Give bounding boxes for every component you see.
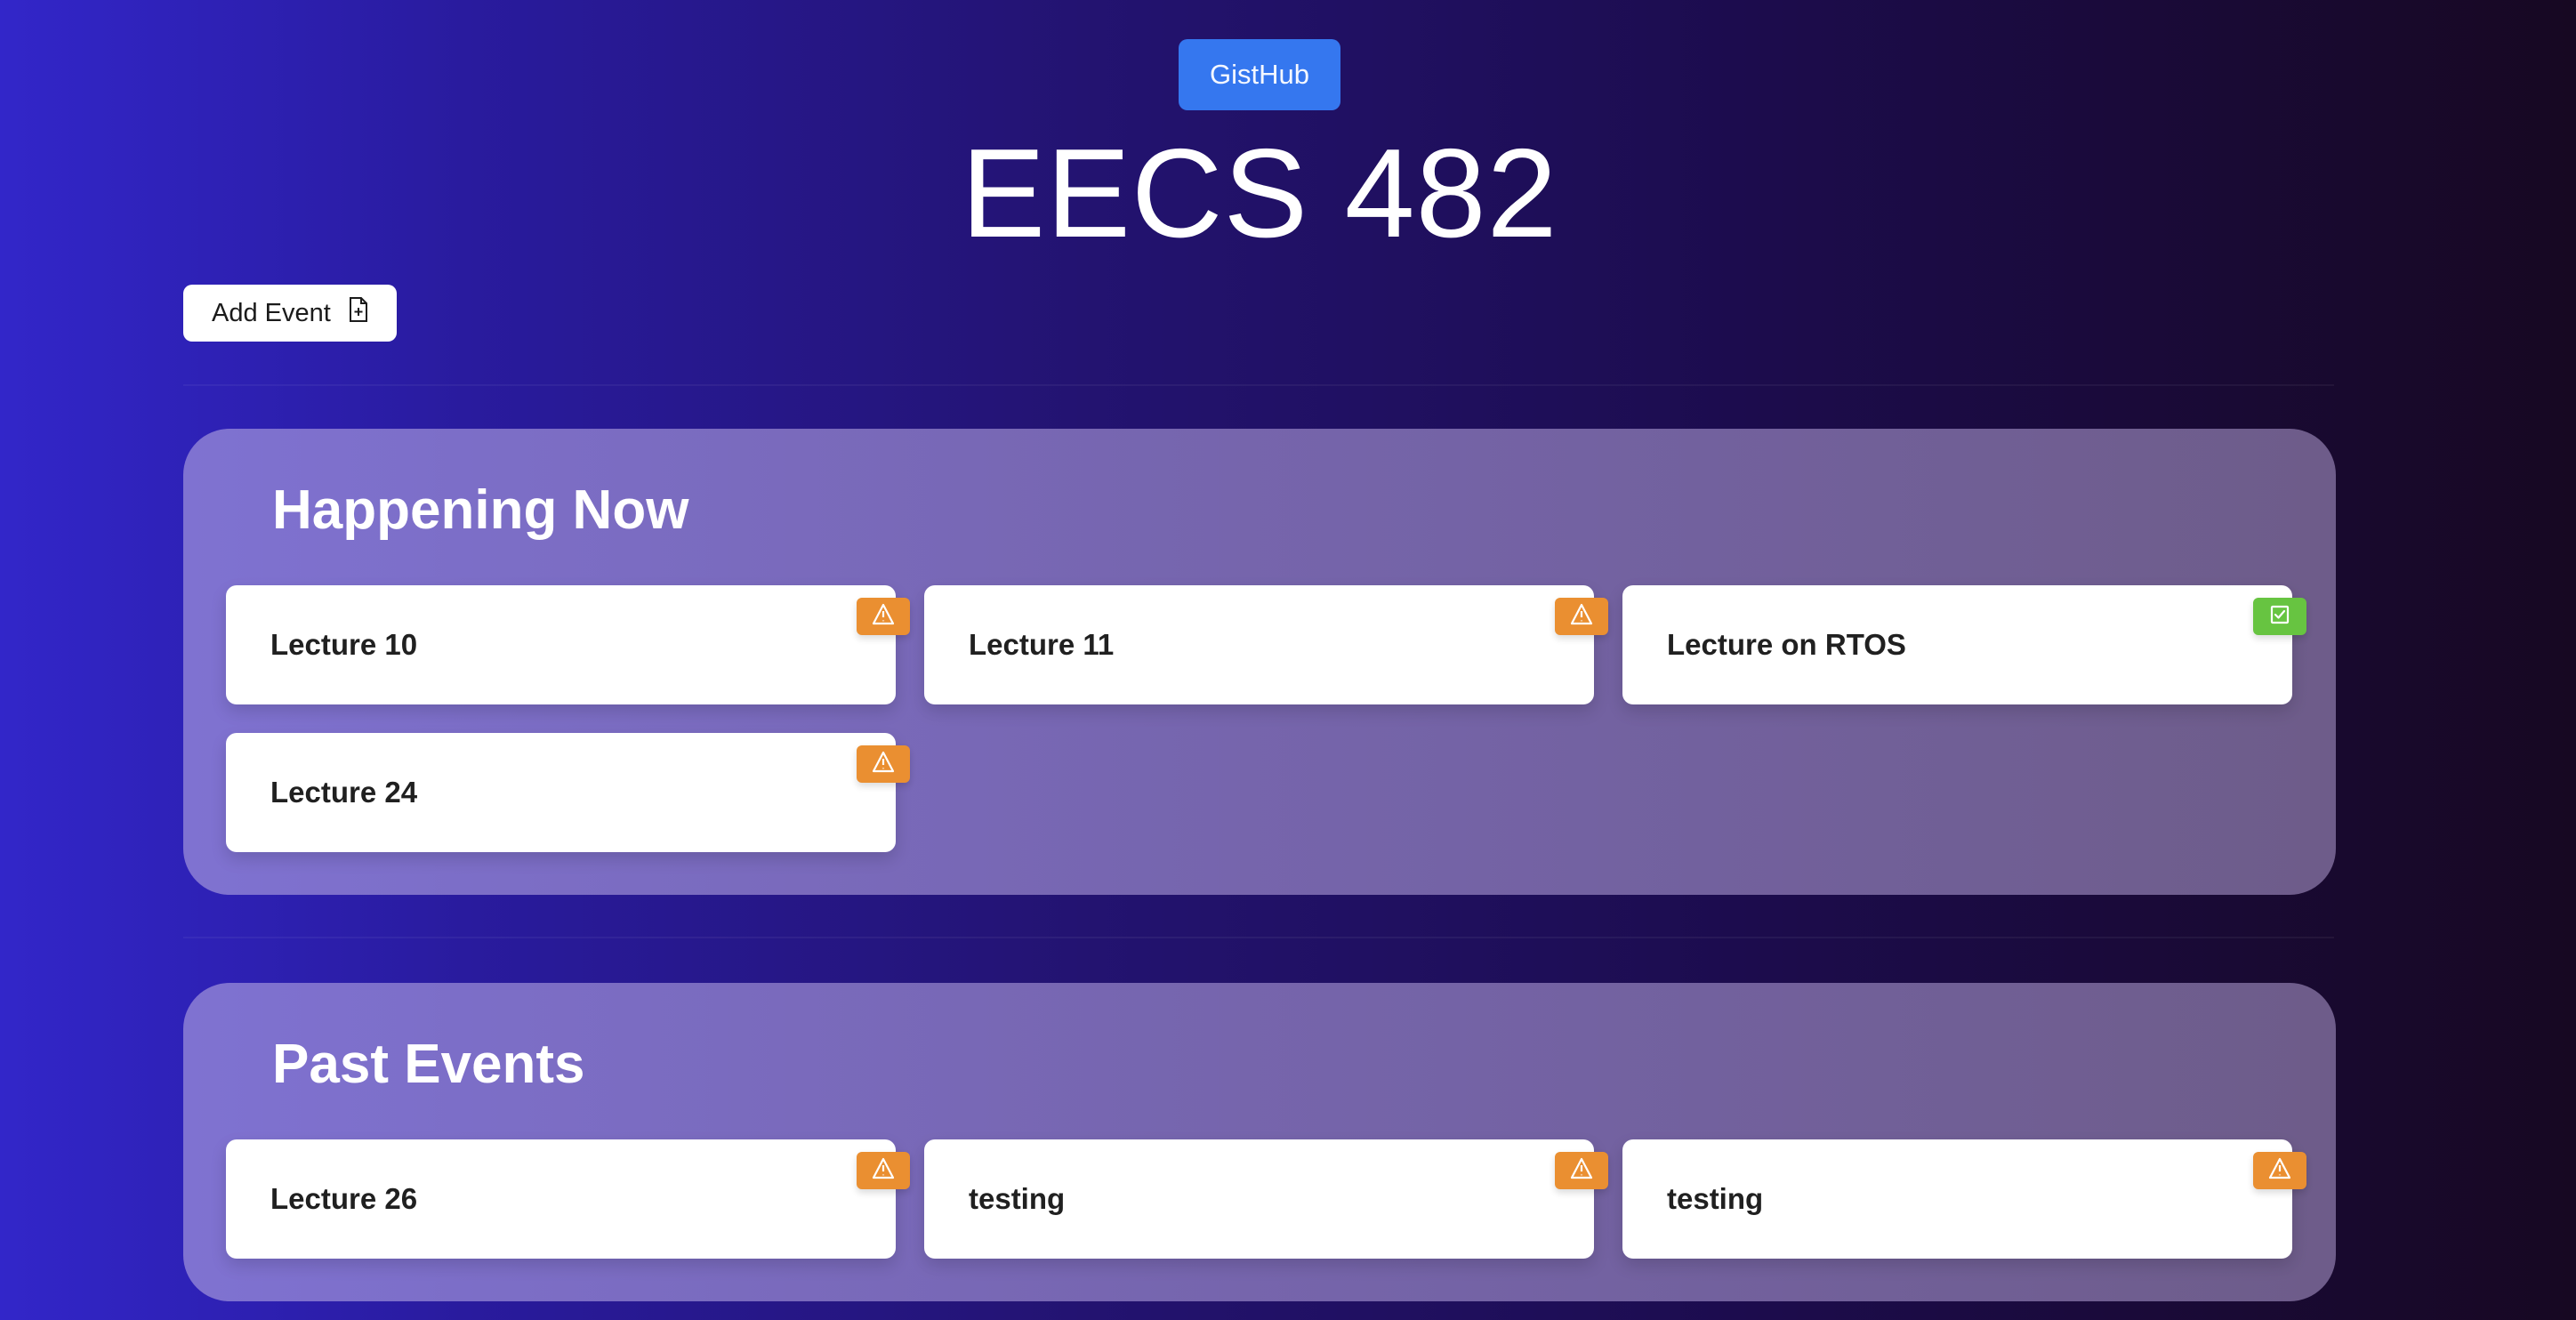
section-title-past-events: Past Events (272, 1034, 585, 1095)
section-divider (183, 384, 2334, 386)
event-card[interactable]: Lecture 10 (226, 585, 910, 704)
warning-icon (871, 1156, 896, 1186)
event-card[interactable]: Lecture 11 (924, 585, 1608, 704)
event-title: Lecture 26 (270, 1182, 418, 1215)
status-badge (857, 1152, 910, 1189)
warning-icon (871, 750, 896, 779)
checkbox-check-icon (2267, 602, 2292, 632)
status-badge (2253, 598, 2306, 635)
past-events-section: Past Events Lecture 26 testing testing (183, 983, 2336, 1301)
add-event-label: Add Event (212, 298, 331, 327)
warning-icon (871, 602, 896, 632)
event-title: testing (1667, 1182, 1764, 1215)
status-badge (857, 745, 910, 783)
section-title-happening-now: Happening Now (272, 479, 689, 541)
file-plus-icon (347, 296, 370, 330)
warning-icon (1569, 1156, 1594, 1186)
page-title: EECS 482 (961, 123, 1558, 264)
event-title: Lecture 10 (270, 628, 418, 661)
status-badge (1555, 1152, 1608, 1189)
warning-icon (1569, 602, 1594, 632)
gisthub-button[interactable]: GistHub (1179, 39, 1340, 110)
event-card[interactable]: Lecture 26 (226, 1139, 910, 1259)
add-event-button[interactable]: Add Event (183, 285, 397, 342)
event-card[interactable]: testing (924, 1139, 1608, 1259)
status-badge (2253, 1152, 2306, 1189)
event-title: Lecture on RTOS (1667, 628, 1906, 661)
event-card[interactable]: testing (1622, 1139, 2306, 1259)
warning-icon (2267, 1156, 2292, 1186)
status-badge (857, 598, 910, 635)
event-title: testing (969, 1182, 1066, 1215)
happening-now-section: Happening Now Lecture 10 Lecture 11 Lect… (183, 429, 2336, 895)
status-badge (1555, 598, 1608, 635)
event-card[interactable]: Lecture on RTOS (1622, 585, 2306, 704)
event-card[interactable]: Lecture 24 (226, 733, 910, 852)
section-divider (183, 937, 2334, 938)
event-title: Lecture 24 (270, 776, 418, 809)
event-title: Lecture 11 (969, 628, 1115, 661)
